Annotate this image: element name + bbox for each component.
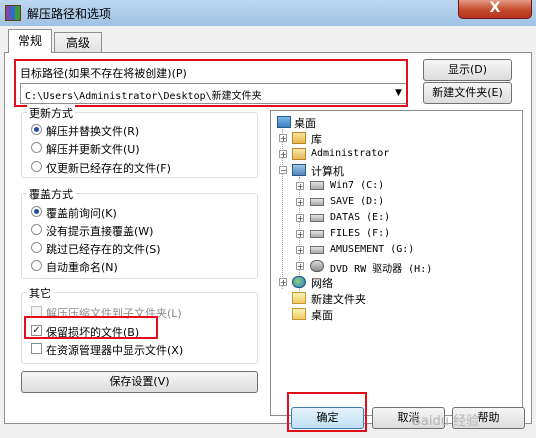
tree-item-label: FILES (F:) <box>330 228 391 239</box>
overwrite-mode-title: 覆盖方式 <box>27 186 75 202</box>
user-folder-icon <box>292 148 306 160</box>
misc-option-label: 解压压缩文件到子文件夹(L) <box>46 307 182 320</box>
window-title: 解压路径和选项 <box>27 7 112 21</box>
tree-item-label: 计算机 <box>311 165 344 178</box>
update-mode-title: 更新方式 <box>27 105 75 121</box>
target-path-label: 目标路径(如果不存在将被创建)(P) <box>20 67 187 80</box>
tree-item-label: 新建文件夹 <box>311 293 366 306</box>
checkbox-keep-broken[interactable]: ✓ <box>31 325 42 336</box>
tree-item-label: 桌面 <box>294 117 316 130</box>
radio-update[interactable] <box>31 142 42 153</box>
expand-icon[interactable]: + <box>279 134 287 143</box>
save-settings-button[interactable]: 保存设置(V) <box>21 371 258 393</box>
show-button[interactable]: 显示(D) <box>423 59 512 81</box>
misc-title: 其它 <box>27 285 53 301</box>
extraction-dialog: 解压路径和选项 X 常规 高级 目标路径(如果不存在将被创建)(P) C:\Us… <box>0 0 536 438</box>
tree-item-administrator[interactable]: + Administrator <box>271 146 521 162</box>
update-option-label: 解压并替换文件(R) <box>46 125 140 138</box>
computer-icon <box>292 164 306 176</box>
checkbox-subfolder <box>31 306 42 317</box>
library-icon <box>292 132 306 144</box>
radio-skip[interactable] <box>31 242 42 253</box>
tree-item-drive-f[interactable]: + FILES (F:) <box>271 226 521 242</box>
drive-icon <box>310 214 324 222</box>
folder-tree[interactable]: 桌面 + 库 + Administrator − 计算机 + Win7 (C:) <box>270 110 523 416</box>
tree-item-label: 网络 <box>311 277 333 290</box>
drive-icon <box>310 198 324 206</box>
overwrite-option-label: 没有提示直接覆盖(W) <box>46 225 154 238</box>
tree-item-label: Administrator <box>311 148 390 159</box>
system-drive-icon <box>310 181 324 190</box>
tree-item-drive-g[interactable]: + AMUSEMENT (G:) <box>271 242 521 258</box>
target-path-combobox[interactable]: C:\Users\Administrator\Desktop\新建文件夹 ▼ <box>20 83 408 104</box>
overwrite-option-label: 自动重命名(N) <box>46 261 118 274</box>
tree-item-new-folder[interactable]: 新建文件夹 <box>271 290 521 306</box>
tree-item-label: Win7 (C:) <box>330 180 385 191</box>
dropdown-arrow-icon[interactable]: ▼ <box>390 84 407 103</box>
new-folder-button[interactable]: 新建文件夹(E) <box>423 82 512 104</box>
radio-no-prompt[interactable] <box>31 224 42 235</box>
expand-icon[interactable]: + <box>279 150 287 159</box>
winrar-app-icon <box>5 5 21 21</box>
update-option-label: 解压并更新文件(U) <box>46 143 140 156</box>
expand-icon[interactable]: + <box>296 198 304 207</box>
tree-item-label: DATAS (E:) <box>330 212 391 223</box>
expand-icon[interactable]: + <box>279 278 287 287</box>
radio-replace[interactable] <box>31 124 42 135</box>
tree-item-network[interactable]: + 网络 <box>271 274 521 290</box>
misc-option-label: 保留损坏的文件(B) <box>46 326 140 339</box>
tree-item-drive-d[interactable]: + SAVE (D:) <box>271 194 521 210</box>
dvd-drive-icon <box>310 260 324 272</box>
title-bar[interactable]: 解压路径和选项 X <box>0 0 536 26</box>
tree-item-label: 桌面 <box>311 309 333 322</box>
desktop-icon <box>277 116 291 128</box>
tree-item-label: DVD RW 驱动器 (H:) <box>330 264 433 275</box>
tree-item-libraries[interactable]: + 库 <box>271 130 521 146</box>
collapse-icon[interactable]: − <box>279 166 287 175</box>
target-path-value: C:\Users\Administrator\Desktop\新建文件夹 <box>25 91 262 102</box>
drive-icon <box>310 246 324 254</box>
radio-rename[interactable] <box>31 260 42 271</box>
expand-icon[interactable]: + <box>296 182 304 191</box>
network-icon <box>292 276 306 288</box>
radio-ask[interactable] <box>31 206 42 217</box>
expand-icon[interactable]: + <box>296 262 304 271</box>
misc-option-label: 在资源管理器中显示文件(X) <box>46 344 184 357</box>
tree-item-computer[interactable]: − 计算机 <box>271 162 521 178</box>
tree-item-drive-c[interactable]: + Win7 (C:) <box>271 178 521 194</box>
close-button[interactable]: X <box>458 0 532 19</box>
tree-item-label: AMUSEMENT (G:) <box>330 244 415 255</box>
tab-general[interactable]: 常规 <box>8 29 52 53</box>
folder-icon <box>292 308 306 320</box>
tree-item-label: SAVE (D:) <box>330 196 385 207</box>
ok-button[interactable]: 确定 <box>291 407 364 429</box>
tree-item-label: 库 <box>311 133 322 146</box>
overwrite-option-label: 覆盖前询问(K) <box>46 207 117 220</box>
dialog-body: 常规 高级 目标路径(如果不存在将被创建)(P) C:\Users\Admini… <box>0 26 536 438</box>
overwrite-option-label: 跳过已经存在的文件(S) <box>46 243 161 256</box>
expand-icon[interactable]: + <box>296 214 304 223</box>
tree-item-desktop-folder[interactable]: 桌面 <box>271 306 521 322</box>
drive-icon <box>310 230 324 238</box>
folder-icon <box>292 292 306 304</box>
expand-icon[interactable]: + <box>296 246 304 255</box>
tree-item-drive-e[interactable]: + DATAS (E:) <box>271 210 521 226</box>
update-option-label: 仅更新已经存在的文件(F) <box>46 162 171 175</box>
watermark: Baidu 经验 <box>412 414 480 429</box>
tree-item-desktop[interactable]: 桌面 <box>271 114 521 130</box>
expand-icon[interactable]: + <box>296 230 304 239</box>
radio-existing-only[interactable] <box>31 161 42 172</box>
tab-advanced[interactable]: 高级 <box>54 32 102 52</box>
checkbox-show-explorer[interactable] <box>31 343 42 354</box>
tree-item-dvd-drive[interactable]: + DVD RW 驱动器 (H:) <box>271 258 521 275</box>
